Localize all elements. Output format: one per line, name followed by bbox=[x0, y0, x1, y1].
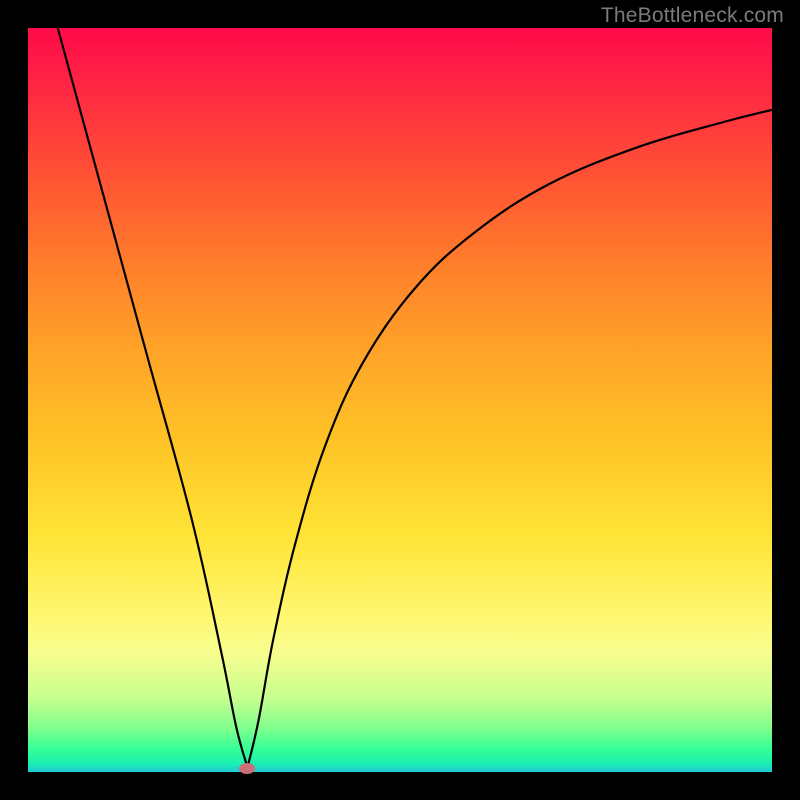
watermark-text: TheBottleneck.com bbox=[601, 4, 784, 28]
curve-path bbox=[58, 28, 772, 772]
plot-area bbox=[28, 28, 772, 772]
minimum-marker bbox=[239, 763, 255, 774]
bottleneck-curve bbox=[28, 28, 772, 772]
